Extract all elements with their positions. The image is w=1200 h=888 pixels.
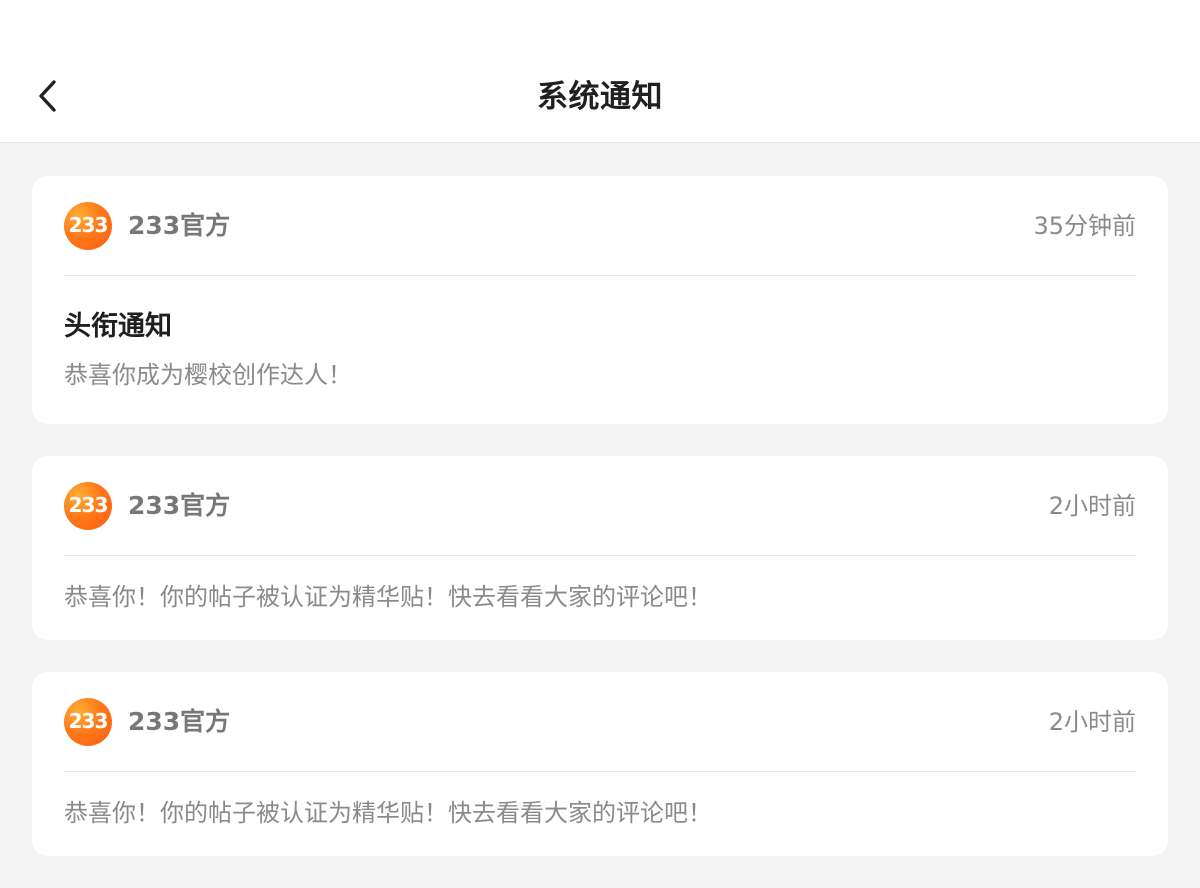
notification-message: 恭喜你！你的帖子被认证为精华贴！快去看看大家的评论吧！ (64, 799, 712, 827)
official-avatar[interactable]: 233 (64, 698, 112, 746)
sender-name: 233官方 (128, 211, 231, 240)
top-navigation-bar: 系统通知 (0, 0, 1200, 143)
notification-time: 2小时前 (1048, 492, 1136, 520)
sender-name: 233官方 (128, 491, 231, 520)
notification-body: 恭喜你！你的帖子被认证为精华贴！快去看看大家的评论吧！ (64, 772, 1136, 856)
sender-name: 233官方 (128, 707, 231, 736)
notification-message: 恭喜你！你的帖子被认证为精华贴！快去看看大家的评论吧！ (64, 583, 712, 611)
notification-title: 头衔通知 (64, 311, 172, 342)
page-title: 系统通知 (537, 79, 663, 115)
notification-time: 2小时前 (1048, 708, 1136, 736)
notification-card[interactable]: 233 233官方 35分钟前 头衔通知 恭喜你成为樱校创作达人！ (32, 176, 1168, 424)
notification-message: 恭喜你成为樱校创作达人！ (64, 361, 352, 389)
notification-list: 233 233官方 35分钟前 头衔通知 恭喜你成为樱校创作达人！ 233 23… (32, 176, 1168, 888)
notification-header: 233 233官方 35分钟前 (64, 176, 1136, 276)
notification-header: 233 233官方 2小时前 (64, 672, 1136, 772)
official-avatar[interactable]: 233 (64, 482, 112, 530)
notification-card[interactable]: 233 233官方 2小时前 恭喜你！你的帖子被认证为精华贴！快去看看大家的评论… (32, 456, 1168, 640)
official-avatar[interactable]: 233 (64, 202, 112, 250)
notification-body: 头衔通知 恭喜你成为樱校创作达人！ (64, 276, 1136, 424)
notification-body: 恭喜你！你的帖子被认证为精华贴！快去看看大家的评论吧！ (64, 556, 1136, 640)
notification-header: 233 233官方 2小时前 (64, 456, 1136, 556)
notification-card[interactable]: 233 233官方 2小时前 恭喜你！你的帖子被认证为精华贴！快去看看大家的评论… (32, 672, 1168, 856)
notification-time: 35分钟前 (1033, 212, 1136, 240)
